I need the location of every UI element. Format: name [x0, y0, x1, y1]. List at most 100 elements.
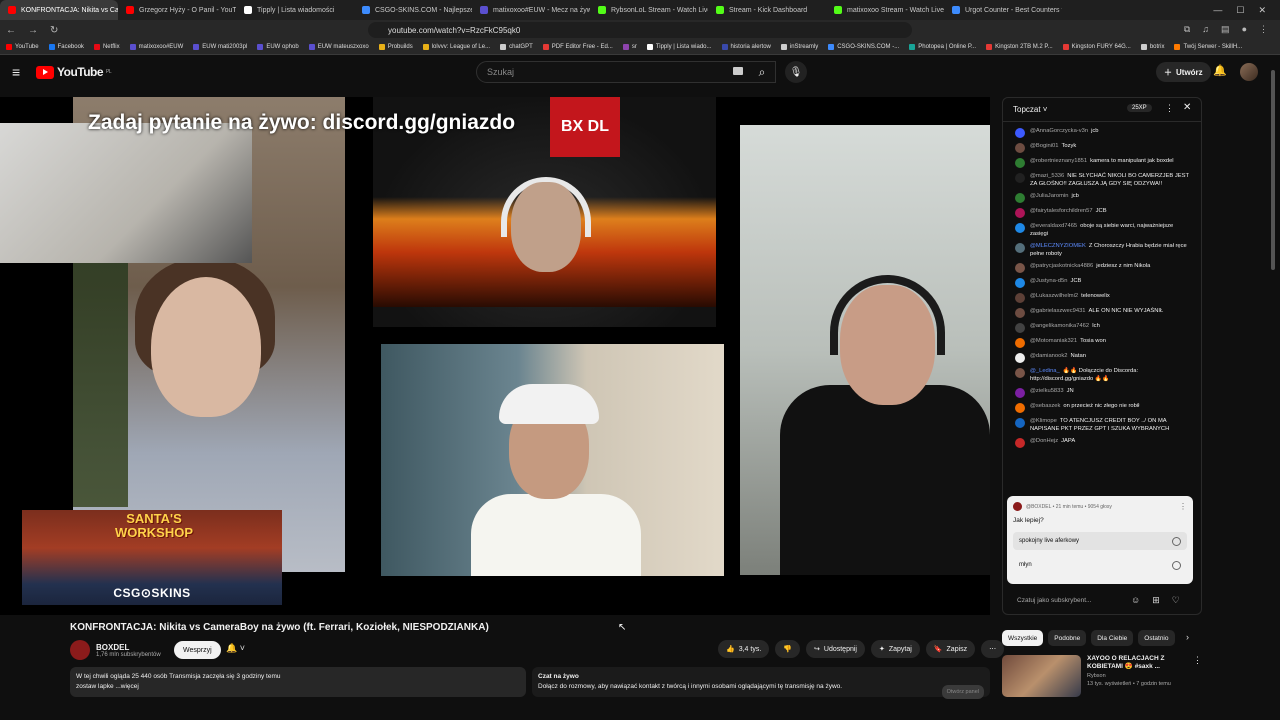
- chat-author-name[interactable]: @sebaszek: [1030, 403, 1060, 409]
- chat-author-name[interactable]: @angelikamonika7462: [1030, 323, 1089, 329]
- channel-name[interactable]: BOXDEL: [96, 643, 161, 652]
- browser-tab[interactable]: CSGO-SKINS.COM - Najlepsze Skrzy: [354, 0, 472, 20]
- chat-author-avatar[interactable]: [1015, 193, 1025, 203]
- gift-icon[interactable]: ⊞: [1152, 595, 1160, 606]
- radio-icon[interactable]: [1172, 536, 1181, 546]
- menu-icon[interactable]: ⋮: [1259, 24, 1268, 35]
- chat-author-avatar[interactable]: [1015, 208, 1025, 218]
- emoji-icon[interactable]: ☺: [1131, 595, 1140, 606]
- video-description[interactable]: W tej chwili ogląda 25 440 osób Transmis…: [70, 667, 526, 697]
- bookmark-item[interactable]: Netflix: [93, 44, 120, 50]
- chat-author-name[interactable]: @Klimope: [1030, 418, 1057, 424]
- chat-author-name[interactable]: @Bogini01: [1030, 143, 1058, 149]
- back-icon[interactable]: ←: [0, 25, 22, 36]
- notifications-bell-icon[interactable]: 🔔: [1213, 64, 1227, 77]
- chat-author-avatar[interactable]: [1015, 323, 1025, 333]
- account-avatar[interactable]: [1240, 63, 1258, 81]
- chat-author-name[interactable]: @AnnaGorczycka-v3n: [1030, 128, 1088, 134]
- create-button[interactable]: ＋ Utwórz: [1156, 62, 1211, 82]
- chat-author-avatar[interactable]: [1015, 438, 1025, 448]
- chat-message[interactable]: @DonHejz JAPA: [1003, 436, 1195, 450]
- channel-avatar[interactable]: [70, 640, 90, 660]
- chat-author-avatar[interactable]: [1015, 263, 1025, 273]
- chevron-right-icon[interactable]: ›: [1186, 632, 1189, 642]
- chat-author-avatar[interactable]: [1015, 418, 1025, 428]
- close-chat-icon[interactable]: ✕: [1183, 102, 1191, 113]
- hamburger-menu-icon[interactable]: ≡: [12, 64, 20, 80]
- ask-button[interactable]: ✦ Zapytaj: [870, 640, 920, 658]
- radio-icon[interactable]: [1172, 560, 1181, 570]
- chat-author-name[interactable]: @everaldaxd7465: [1030, 223, 1077, 229]
- chat-author-avatar[interactable]: [1015, 338, 1025, 348]
- bookmark-item[interactable]: botrix: [1140, 44, 1164, 50]
- chat-message[interactable]: @sebaszek on przecież nic złego nie robił: [1003, 401, 1195, 415]
- video-player[interactable]: BX DL Zadaj pytanie na żywo: discord.gg/…: [0, 97, 990, 615]
- bookmark-item[interactable]: chatGPT: [500, 44, 533, 50]
- bookmark-item[interactable]: Photopea | Online P...: [909, 44, 976, 50]
- chat-author-name[interactable]: @Justyna-d5n: [1030, 278, 1067, 284]
- reload-icon[interactable]: ↻: [44, 25, 64, 36]
- chat-author-name[interactable]: @patrycjaskotnicka4886: [1030, 263, 1093, 269]
- minimize-icon[interactable]: —: [1213, 5, 1222, 16]
- bookmark-item[interactable]: Probuilds: [378, 44, 413, 50]
- heart-icon[interactable]: ♡: [1172, 595, 1180, 606]
- chat-message[interactable]: @Bogini01 Tozyk: [1003, 141, 1195, 155]
- recommended-video[interactable]: XAYOO O RELACJACH Z KOBIETAMI 😍 #saxk ..…: [1002, 655, 1202, 697]
- chat-author-avatar[interactable]: [1015, 143, 1025, 153]
- filter-chip[interactable]: Dla Ciebie: [1091, 630, 1134, 646]
- bookmark-item[interactable]: EUW mateuszxoxo: [308, 44, 369, 50]
- bookmark-item[interactable]: Kingston 2TB M.2 P...: [986, 44, 1053, 50]
- chat-author-name[interactable]: @fairytalesforchildren57: [1030, 208, 1093, 214]
- recommended-video-title[interactable]: XAYOO O RELACJACH Z KOBIETAMI 😍 #saxk ..…: [1087, 655, 1187, 671]
- like-button[interactable]: 👍 3,4 tys.: [718, 640, 770, 658]
- video-thumbnail[interactable]: [1002, 655, 1081, 697]
- chat-author-name[interactable]: @damianook2: [1030, 353, 1067, 359]
- chat-author-name[interactable]: @zielku5833: [1030, 388, 1064, 394]
- bookmark-item[interactable]: lolvvv: League of Le...: [422, 44, 490, 50]
- chat-message[interactable]: @gabrielaszwec9431 ALE ON NIC NIE WYJAŚNI…: [1003, 306, 1195, 320]
- chat-mode-selector[interactable]: Topczat ˅: [1013, 105, 1047, 114]
- chat-author-avatar[interactable]: [1015, 403, 1025, 413]
- chat-author-avatar[interactable]: [1015, 158, 1025, 168]
- bookmark-item[interactable]: Twój Serwer - SkillH...: [1174, 44, 1242, 50]
- chat-author-avatar[interactable]: [1015, 173, 1025, 183]
- bookmark-item[interactable]: YouTube: [6, 44, 39, 50]
- poll-option[interactable]: spokojny live aferkowy: [1013, 532, 1187, 550]
- chat-menu-icon[interactable]: ⋮: [1165, 103, 1174, 114]
- chat-author-avatar[interactable]: [1015, 293, 1025, 303]
- chat-message[interactable]: @everaldaxd7465 oboje są siebie warci, na…: [1003, 221, 1195, 240]
- browser-tab[interactable]: KONFRONTACJA: Nikita vs Ca✕: [0, 0, 118, 20]
- filter-chip[interactable]: Wszystkie: [1002, 630, 1044, 646]
- search-input[interactable]: Szukaj: [476, 61, 776, 83]
- chat-input[interactable]: Czatuj jako subskrybent...: [1011, 592, 1131, 608]
- bookmark-item[interactable]: Facebook: [48, 44, 84, 50]
- browser-tab[interactable]: Urgot Counter - Best Counters from: [944, 0, 1062, 20]
- chat-message[interactable]: @AnnaGorczycka-v3n jcb: [1003, 126, 1195, 140]
- sidebar-icon[interactable]: ▤: [1221, 24, 1230, 35]
- open-panel-button[interactable]: Otwórz panel: [941, 685, 984, 699]
- xp-badge[interactable]: 25XP: [1127, 104, 1152, 112]
- chat-message[interactable]: @fairytalesforchildren57 JCB: [1003, 206, 1195, 220]
- chat-message[interactable]: @Motomaniak321 Tosia won: [1003, 336, 1195, 350]
- bookmark-item[interactable]: EUW mati2003pl: [193, 44, 247, 50]
- bookmark-item[interactable]: inStreamly: [780, 44, 818, 50]
- chat-author-avatar[interactable]: [1015, 128, 1025, 138]
- bookmark-item[interactable]: EUW ophob: [257, 44, 299, 50]
- chat-author-avatar[interactable]: [1015, 388, 1025, 398]
- microphone-icon[interactable]: 🎙: [785, 61, 807, 83]
- youtube-logo[interactable]: YouTube PL: [36, 65, 112, 79]
- chat-author-avatar[interactable]: [1015, 223, 1025, 233]
- forward-icon[interactable]: →: [22, 25, 44, 36]
- poll-menu-icon[interactable]: ⋮: [1179, 502, 1187, 511]
- browser-tab[interactable]: matixoxoo#EUW - Mecz na żywo - L: [472, 0, 590, 20]
- chat-message[interactable]: @MLECZNYZIOMEK Z Choroszczy Hrabia będzie…: [1003, 241, 1195, 260]
- chat-author-avatar[interactable]: [1015, 308, 1025, 318]
- search-icon[interactable]: ⌕: [746, 61, 778, 83]
- chat-author-avatar[interactable]: [1015, 368, 1025, 378]
- chat-author-avatar[interactable]: [1015, 243, 1025, 253]
- dislike-button[interactable]: 👎: [775, 640, 801, 658]
- support-button[interactable]: Wesprzyj: [174, 641, 221, 659]
- chat-message[interactable]: @Lukaszwilhelmi2 telenowelix: [1003, 291, 1195, 305]
- more-actions-button[interactable]: ⋯: [981, 640, 1005, 658]
- bookmark-item[interactable]: sr: [622, 44, 637, 50]
